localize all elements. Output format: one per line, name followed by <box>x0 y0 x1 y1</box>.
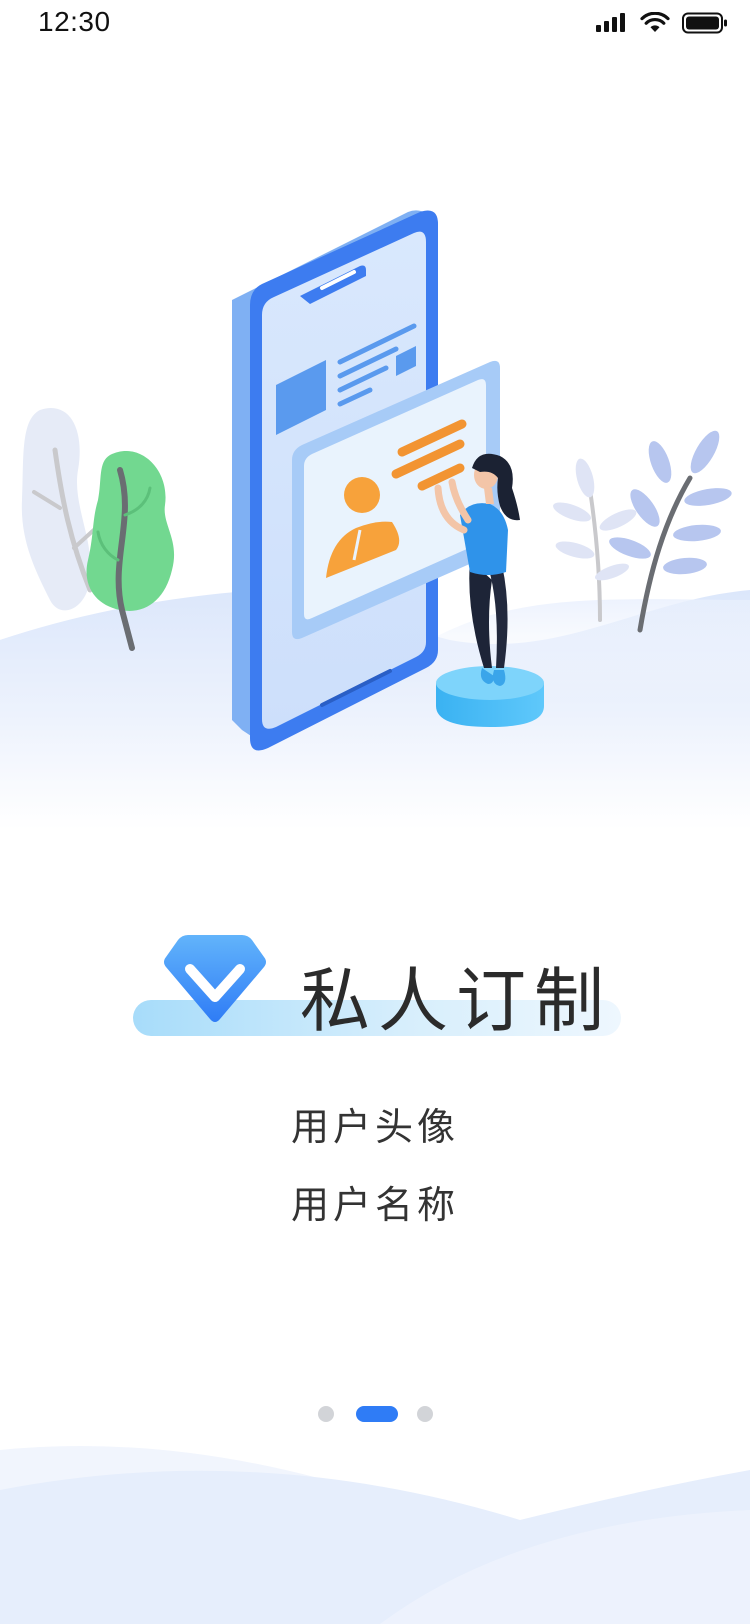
feature-list: 用户头像 用户名称 <box>0 1088 750 1244</box>
battery-icon <box>682 12 727 34</box>
feature-item-username: 用户名称 <box>290 1183 459 1227</box>
feature-item-avatar: 用户头像 <box>290 1105 459 1149</box>
status-bar: 12:30 <box>0 0 750 60</box>
diamond-check-icon <box>164 935 266 1022</box>
bottom-waves <box>0 1446 750 1624</box>
phone-id-card-illustration <box>0 210 750 830</box>
title-banner: 私人订制 <box>130 925 621 1045</box>
left-plant-gray <box>21 408 98 611</box>
page-indicator <box>0 1402 750 1422</box>
signal-icon <box>596 12 628 34</box>
onboarding-screen: 12:30 私人订制 用户头像 用户名称 <box>0 0 750 1624</box>
status-icons <box>596 12 728 34</box>
wifi-icon <box>640 12 670 32</box>
page-title: 私人订制 <box>300 960 612 1042</box>
status-time: 12:30 <box>38 6 111 37</box>
